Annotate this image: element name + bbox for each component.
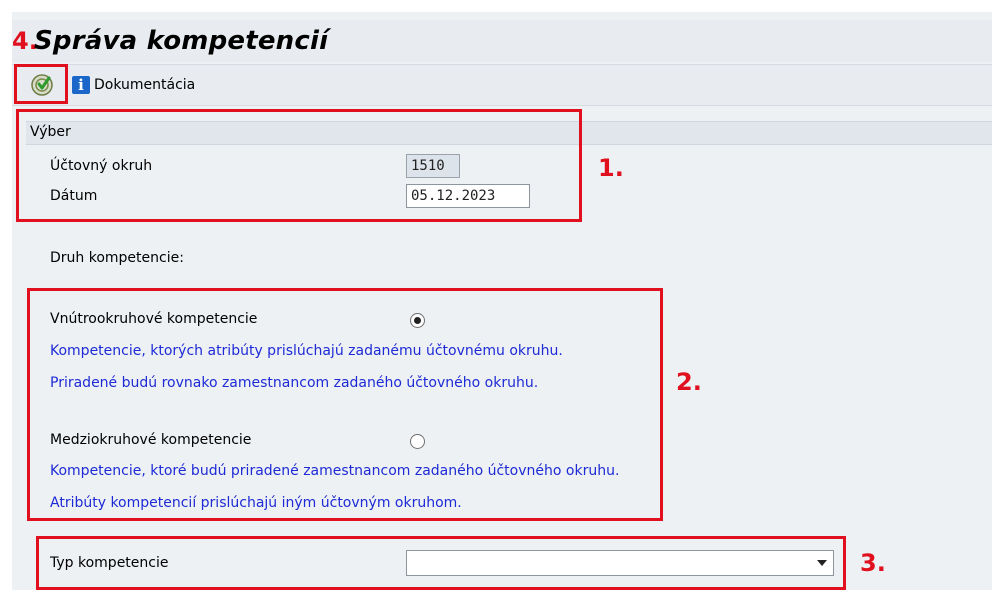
option-cross-radio[interactable] (410, 434, 425, 449)
date-field[interactable] (406, 184, 530, 208)
option-cross-label: Medziokruhové kompetencie (50, 432, 252, 448)
option-internal-desc-1: Kompetencie, ktorých atribúty prislúchaj… (50, 343, 563, 359)
option-internal-label: Vnútrookruhové kompetencie (50, 311, 258, 327)
execute-button[interactable] (29, 72, 55, 98)
option-cross-desc-2: Atribúty kompetencií prislúchajú iným úč… (50, 495, 462, 511)
option-cross-desc-1: Kompetencie, ktoré budú priradené zamest… (50, 463, 620, 479)
company-code-label: Účtovný okruh (50, 158, 153, 174)
option-internal-desc-2: Priradené budú rovnako zamestnancom zada… (50, 375, 539, 391)
competence-type-prompt: Druh kompetencie: (50, 250, 184, 266)
selection-group-header (26, 121, 992, 145)
annotation-number-3: 3. (860, 549, 886, 577)
annotation-number-1: 1. (598, 154, 624, 182)
selection-group-title: Výber (30, 124, 71, 140)
type-field-label: Typ kompetencie (50, 555, 169, 571)
execute-icon (31, 74, 53, 96)
info-icon: i (72, 76, 90, 94)
documentation-label: Dokumentácia (94, 77, 196, 93)
annotation-number-2: 2. (676, 368, 702, 396)
documentation-button[interactable]: i Dokumentácia (72, 73, 195, 97)
option-internal-radio[interactable] (410, 313, 425, 328)
page-title: Správa kompetencií (34, 26, 329, 56)
type-field-dropdown[interactable] (406, 550, 834, 576)
date-label: Dátum (50, 188, 98, 204)
chevron-down-icon (817, 560, 827, 566)
company-code-field[interactable] (406, 154, 460, 178)
